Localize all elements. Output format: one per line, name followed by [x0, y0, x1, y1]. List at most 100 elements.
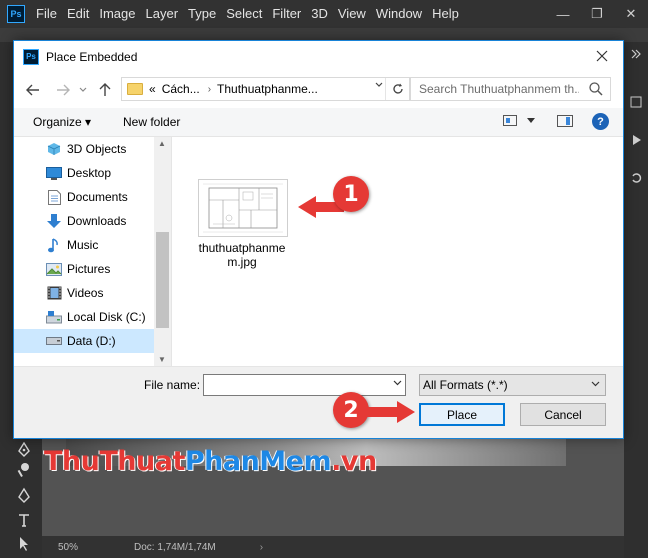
nav-item-label: Data (D:): [67, 334, 116, 348]
downloads-icon: [46, 213, 62, 229]
address-segment[interactable]: Cách...: [162, 82, 200, 96]
organize-button[interactable]: Organize ▾: [33, 115, 91, 129]
file-item[interactable]: thuthuatphanmem.jpg: [194, 179, 290, 269]
pen-tool-icon[interactable]: [14, 440, 34, 460]
watermark: ThuThuatPhanMem.vn: [44, 446, 377, 477]
move-tool-icon[interactable]: [14, 534, 34, 554]
menu-layer[interactable]: Layer: [141, 0, 184, 28]
preview-pane-icon[interactable]: [557, 115, 573, 127]
file-name-field[interactable]: [203, 374, 406, 396]
nav-item-label: Local Disk (C:): [67, 310, 146, 324]
navigation-pane: 3D Objects Desktop Documents Downloads M…: [14, 137, 171, 366]
nav-item-3d-objects[interactable]: 3D Objects: [14, 137, 154, 161]
panel-icon[interactable]: [628, 94, 644, 110]
dodge-tool-icon[interactable]: [14, 460, 34, 480]
nav-item-local-disk-c[interactable]: Local Disk (C:): [14, 305, 154, 329]
play-action-icon[interactable]: [628, 132, 644, 148]
file-name-label: File name:: [144, 378, 201, 392]
place-button[interactable]: Place: [419, 403, 505, 426]
scroll-down-icon[interactable]: ▼: [158, 355, 166, 364]
nav-item-pictures[interactable]: Pictures: [14, 257, 154, 281]
nav-item-label: Documents: [67, 190, 128, 204]
photoshop-logo-icon: Ps: [23, 48, 39, 65]
nav-item-documents[interactable]: Documents: [14, 185, 154, 209]
dialog-titlebar: Ps Place Embedded: [14, 41, 623, 72]
nav-item-label: Downloads: [67, 214, 127, 228]
chevron-down-icon[interactable]: [375, 80, 383, 90]
menu-select[interactable]: Select: [221, 0, 267, 28]
menu-window[interactable]: Window: [371, 0, 427, 28]
menu-file[interactable]: File: [31, 0, 62, 28]
status-arrow[interactable]: ›: [260, 542, 263, 553]
dialog-title: Place Embedded: [46, 49, 138, 64]
menu-image[interactable]: Image: [94, 0, 140, 28]
navigation-row: « Cách... › Thuthuatphanme... Search Thu…: [14, 72, 623, 108]
doc-size: Doc: 1,74M/1,74M: [134, 541, 216, 553]
zoom-level[interactable]: 50%: [58, 542, 118, 553]
history-icon[interactable]: [628, 170, 644, 186]
videos-icon: [46, 285, 62, 301]
watermark-part-c: .vn: [331, 446, 377, 477]
file-type-value: All Formats (*.*): [423, 378, 508, 392]
path-pen-icon[interactable]: [14, 485, 34, 505]
file-name: thuthuatphanmem.jpg: [198, 241, 286, 269]
dialog-bottom: File name: All Formats (*.*) Place Cance…: [14, 366, 623, 438]
watermark-part-b: PhanMem: [184, 446, 332, 477]
up-button[interactable]: [96, 81, 114, 99]
address-bar[interactable]: « Cách... › Thuthuatphanme...: [121, 77, 410, 101]
documents-icon: [46, 189, 62, 205]
nav-item-music[interactable]: Music: [14, 233, 154, 257]
menu-view[interactable]: View: [333, 0, 371, 28]
minimize-icon[interactable]: —: [546, 0, 580, 28]
dialog-close-button[interactable]: [589, 44, 615, 68]
nav-item-downloads[interactable]: Downloads: [14, 209, 154, 233]
help-icon[interactable]: ?: [592, 113, 609, 130]
close-icon[interactable]: ✕: [614, 0, 648, 28]
search-box[interactable]: Search Thuthuatphanmem th...: [410, 77, 611, 101]
3d-objects-icon: [46, 141, 62, 157]
restore-icon[interactable]: ❐: [580, 0, 614, 28]
folder-icon: [127, 83, 143, 95]
recent-dropdown[interactable]: [74, 81, 92, 99]
watermark-part-a: ThuThuat: [44, 446, 185, 477]
chevron-right-icon[interactable]: ›: [208, 84, 211, 95]
menu-type[interactable]: Type: [183, 0, 221, 28]
type-tool-icon[interactable]: [14, 510, 34, 530]
annotation-marker-2: 2: [333, 392, 369, 428]
arrow-up-icon: [99, 83, 111, 96]
address-segment[interactable]: Thuthuatphanme...: [217, 82, 318, 96]
collapse-panel-icon[interactable]: [628, 46, 644, 62]
menu-help[interactable]: Help: [427, 0, 464, 28]
scrollbar-thumb[interactable]: [156, 232, 169, 328]
nav-item-label: Music: [67, 238, 99, 252]
menu-3d[interactable]: 3D: [306, 0, 333, 28]
arrow-left-icon: [26, 84, 39, 96]
back-button[interactable]: [24, 81, 42, 99]
drive-icon: [46, 333, 62, 349]
command-bar: Organize ▾ New folder ?: [14, 108, 623, 137]
menu-filter[interactable]: Filter: [267, 0, 306, 28]
nav-item-data-d[interactable]: Data (D:): [14, 329, 154, 353]
desktop-icon: [46, 165, 62, 181]
search-input[interactable]: Search Thuthuatphanmem th...: [419, 82, 579, 96]
photoshop-logo-icon: Ps: [7, 5, 25, 23]
annotation-arrow-2: [367, 401, 415, 423]
arrow-right-icon: [57, 84, 70, 96]
view-options-chevron-icon[interactable]: [527, 116, 535, 126]
file-type-select[interactable]: All Formats (*.*): [419, 374, 606, 396]
scroll-up-icon[interactable]: ▲: [158, 139, 166, 148]
address-prefix[interactable]: «: [149, 82, 156, 96]
nav-item-desktop[interactable]: Desktop: [14, 161, 154, 185]
cancel-button[interactable]: Cancel: [520, 403, 606, 426]
close-icon: [596, 50, 608, 62]
change-view-icon[interactable]: [503, 115, 517, 126]
place-embedded-dialog: Ps Place Embedded « Cách... › Thuthuatph…: [13, 40, 624, 439]
new-folder-button[interactable]: New folder: [123, 115, 180, 129]
refresh-button[interactable]: [385, 78, 409, 100]
nav-item-videos[interactable]: Videos: [14, 281, 154, 305]
forward-button[interactable]: [54, 81, 72, 99]
search-icon[interactable]: [588, 81, 604, 97]
ps-menu: File Edit Image Layer Type Select Filter…: [31, 0, 464, 28]
menu-edit[interactable]: Edit: [62, 0, 94, 28]
nav-scrollbar[interactable]: ▲ ▼: [154, 137, 171, 366]
